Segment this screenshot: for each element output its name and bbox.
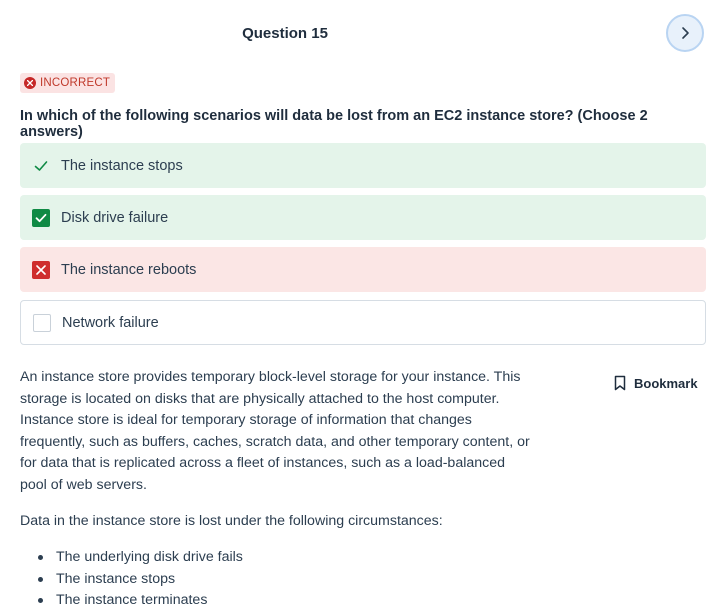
option-label: Disk drive failure [61, 209, 169, 226]
list-item: The underlying disk drive fails [38, 547, 538, 569]
bookmark-label: Bookmark [634, 375, 698, 391]
crossed-box-icon [32, 260, 50, 279]
check-icon [32, 157, 50, 175]
circumstances-list: The underlying disk drive fails The inst… [38, 547, 538, 612]
question-text: In which of the following scenarios will… [20, 108, 648, 140]
option-4[interactable]: Network failure [20, 300, 706, 345]
status-badge: INCORRECT [20, 73, 116, 93]
option-label: The instance stops [61, 157, 183, 174]
list-item: The instance terminates [38, 590, 538, 612]
option-label: Network failure [62, 314, 159, 331]
status-label: INCORRECT [40, 77, 111, 89]
question-title: Question 15 [242, 25, 328, 42]
explanation-paragraph-2: Data in the instance store is lost under… [20, 513, 443, 529]
list-item: The instance stops [38, 569, 538, 591]
option-label: The instance reboots [61, 261, 197, 278]
option-3[interactable]: The instance reboots [20, 247, 706, 292]
x-circle-icon [24, 77, 36, 89]
explanation-paragraph: An instance store provides temporary blo… [20, 369, 530, 493]
chevron-right-icon [678, 26, 692, 40]
option-1[interactable]: The instance stops [20, 143, 706, 188]
bookmark-icon [614, 375, 626, 391]
bookmark-button[interactable]: Bookmark [614, 373, 698, 393]
next-question-button[interactable] [666, 14, 704, 52]
empty-box-icon [33, 313, 51, 332]
checked-box-icon [32, 208, 50, 227]
option-2[interactable]: Disk drive failure [20, 195, 706, 240]
